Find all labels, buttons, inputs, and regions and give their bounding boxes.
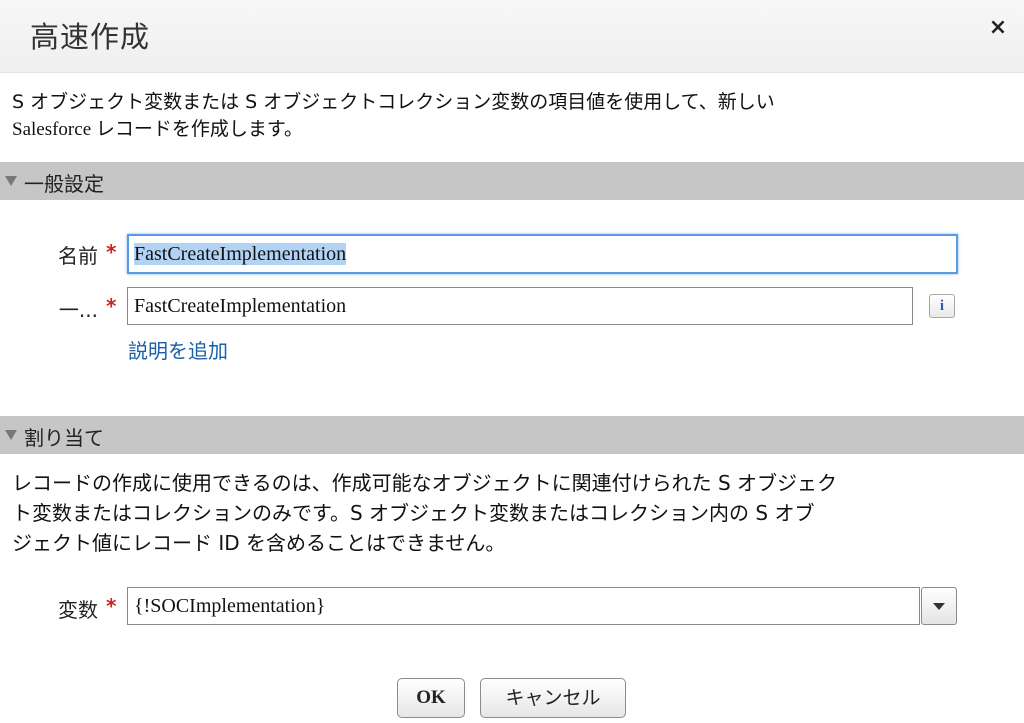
name-input[interactable]: FastCreateImplementation	[127, 234, 958, 274]
section-header-general[interactable]: 一般設定	[0, 162, 1024, 200]
section-title-general: 一般設定	[24, 172, 104, 196]
assignment-text-line-1: レコードの作成に使用できるのは、作成可能なオブジェクトに関連付けられた S オブ…	[12, 471, 838, 495]
unique-name-label: 一...	[58, 298, 98, 322]
section-title-assignment: 割り当て	[24, 426, 104, 450]
variable-dropdown-button[interactable]	[921, 587, 957, 625]
collapse-triangle-icon[interactable]	[5, 176, 17, 186]
description-line-2: Salesforce レコードを作成します。	[12, 119, 303, 140]
required-marker: *	[106, 294, 117, 318]
name-label: 名前	[58, 244, 98, 268]
assignment-description: レコードの作成に使用できるのは、作成可能なオブジェクトに関連付けられた S オブ…	[12, 468, 1002, 558]
unique-name-input-value: FastCreateImplementation	[134, 295, 347, 317]
add-description-link[interactable]: 説明を追加	[128, 335, 228, 364]
required-marker: *	[106, 240, 117, 264]
variable-label: 変数	[58, 598, 98, 622]
dialog-title: 高速作成	[30, 20, 151, 54]
name-input-value: FastCreateImplementation	[134, 243, 347, 265]
dialog-header: 高速作成 ×	[0, 0, 1024, 73]
description-line-1: S オブジェクト変数または S オブジェクトコレクション変数の項目値を使用して、…	[12, 91, 775, 113]
assignment-text-line-2: ト変数またはコレクションのみです。S オブジェクト変数またはコレクション内の S…	[12, 501, 815, 525]
assignment-text-line-3: ジェクト値にレコード ID を含めることはできません。	[12, 531, 506, 555]
info-icon[interactable]: i	[929, 294, 955, 318]
close-icon[interactable]: ×	[988, 16, 1008, 40]
dialog-description: S オブジェクト変数または S オブジェクトコレクション変数の項目値を使用して、…	[12, 88, 1002, 144]
section-header-assignment[interactable]: 割り当て	[0, 416, 1024, 454]
collapse-triangle-icon[interactable]	[5, 430, 17, 440]
unique-name-input[interactable]: FastCreateImplementation	[127, 287, 913, 325]
variable-combobox[interactable]: {!SOCImplementation}	[127, 587, 920, 625]
ok-button[interactable]: OK	[397, 678, 465, 718]
chevron-down-icon	[933, 603, 945, 610]
cancel-button[interactable]: キャンセル	[480, 678, 626, 718]
variable-value: {!SOCImplementation}	[134, 595, 326, 617]
required-marker: *	[106, 594, 117, 618]
